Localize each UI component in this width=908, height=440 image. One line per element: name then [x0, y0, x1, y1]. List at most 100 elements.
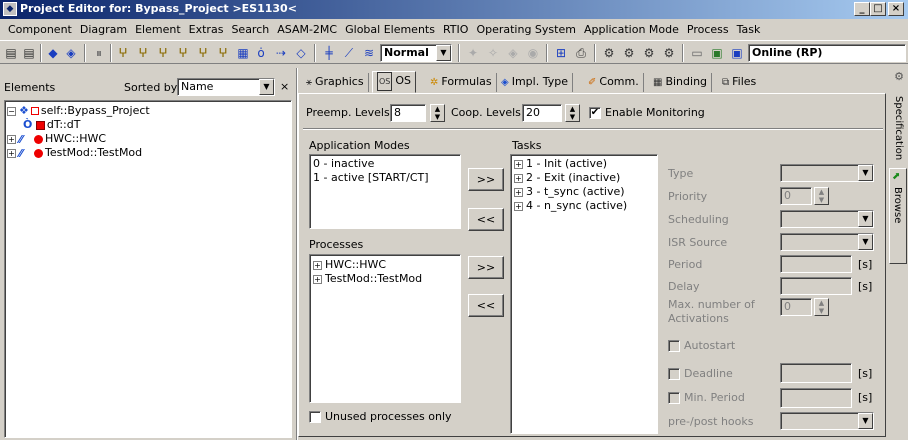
- deadline-input[interactable]: [780, 363, 852, 383]
- period-input[interactable]: [780, 255, 852, 273]
- app-modes-list[interactable]: 0 - inactive 1 - active [START/CT]: [309, 154, 461, 229]
- tasks-list[interactable]: +1 - Init (active) +2 - Exit (inactive) …: [510, 154, 658, 434]
- isr-source-select[interactable]: ▼: [780, 233, 874, 251]
- deadline-checkbox[interactable]: Deadline: [668, 367, 733, 380]
- tree-item-dt[interactable]: Ò dT::dT: [23, 118, 80, 131]
- tree-item-project[interactable]: − ❖ self::Bypass_Project: [7, 104, 150, 117]
- expand-icon[interactable]: +: [7, 134, 16, 144]
- menu-global-elements[interactable]: Global Elements: [341, 23, 439, 36]
- build-1-icon[interactable]: ⚙: [600, 44, 618, 62]
- open-icon[interactable]: ▤: [2, 44, 20, 62]
- tab-binding[interactable]: ▦ Binding: [649, 73, 713, 92]
- min-period-checkbox[interactable]: Min. Period: [668, 391, 745, 404]
- wrench-icon[interactable]: ⚙: [892, 70, 906, 86]
- chart-icon[interactable]: ⟋: [340, 44, 358, 62]
- tab-browse[interactable]: ⬈ Browse: [889, 168, 907, 264]
- browse-icon[interactable]: ▤: [20, 44, 38, 62]
- window-3-icon[interactable]: ▣: [728, 44, 746, 62]
- menu-operating-system[interactable]: Operating System: [472, 23, 580, 36]
- diamond-icon[interactable]: ◆: [44, 44, 62, 62]
- menu-diagram[interactable]: Diagram: [76, 23, 131, 36]
- add-process-button[interactable]: >>: [468, 256, 504, 279]
- tree-item-testmod[interactable]: + ⁄⁄ TestMod::TestMod: [7, 146, 142, 159]
- tab-comm[interactable]: ✐ Comm.: [584, 73, 644, 92]
- unused-only-checkbox[interactable]: Unused processes only: [309, 410, 452, 423]
- remove-mode-button[interactable]: <<: [468, 208, 504, 231]
- expand-icon[interactable]: +: [514, 201, 523, 211]
- window-2-icon[interactable]: ▣: [708, 44, 726, 62]
- menu-search[interactable]: Search: [227, 23, 273, 36]
- tab-impl-type[interactable]: ◈ Impl. Type: [497, 73, 573, 92]
- grid-icon[interactable]: ▦: [234, 44, 252, 62]
- expand-icon[interactable]: +: [313, 260, 322, 270]
- list-item[interactable]: +3 - t_sync (active): [514, 185, 625, 198]
- list-item[interactable]: + HWC::HWC: [313, 258, 386, 271]
- expand-icon[interactable]: +: [313, 274, 322, 284]
- sort-select[interactable]: Name ▼: [177, 78, 275, 96]
- priority-spinner[interactable]: ▲ ▼: [814, 187, 829, 205]
- pause-icon[interactable]: ⏸: [90, 44, 108, 62]
- menu-process[interactable]: Process: [683, 23, 733, 36]
- list-item[interactable]: 0 - inactive: [313, 157, 374, 170]
- list-item[interactable]: +2 - Exit (inactive): [514, 171, 620, 184]
- arrow-right-icon[interactable]: ⇢: [272, 44, 290, 62]
- list-item[interactable]: +4 - n_sync (active): [514, 199, 627, 212]
- expand-icon[interactable]: +: [514, 159, 523, 169]
- remove-process-button[interactable]: <<: [468, 294, 504, 317]
- autostart-checkbox[interactable]: Autostart: [668, 339, 735, 352]
- tool-2-icon[interactable]: ⵖ: [134, 44, 152, 62]
- tool-6-icon[interactable]: ⵖ: [214, 44, 232, 62]
- tool-5-icon[interactable]: ⵖ: [194, 44, 212, 62]
- step-icon[interactable]: ◈: [504, 44, 522, 62]
- collapse-icon[interactable]: −: [7, 106, 16, 116]
- tab-os[interactable]: OS OS: [372, 71, 417, 93]
- preemp-spinner[interactable]: ▲ ▼: [430, 104, 445, 122]
- menu-extras[interactable]: Extras: [185, 23, 228, 36]
- mode-select[interactable]: Normal ▼: [380, 44, 452, 62]
- close-panel-icon[interactable]: ×: [280, 80, 289, 93]
- coop-spinner[interactable]: ▲ ▼: [565, 104, 580, 122]
- menu-component[interactable]: Component: [4, 23, 76, 36]
- min-period-input[interactable]: [780, 388, 852, 408]
- tab-graphics[interactable]: ⚹ Graphics: [302, 73, 369, 92]
- minimize-button[interactable]: _: [854, 2, 870, 16]
- preemp-input[interactable]: 8: [390, 104, 426, 122]
- processes-list[interactable]: + HWC::HWC + TestMod::TestMod: [309, 254, 461, 403]
- expand-icon[interactable]: +: [7, 148, 16, 158]
- maximize-button[interactable]: □: [870, 2, 886, 16]
- reset-icon[interactable]: ◉: [524, 44, 542, 62]
- diamond-outline-icon[interactable]: ◈: [62, 44, 80, 62]
- list-item[interactable]: +1 - Init (active): [514, 157, 607, 170]
- window-1-icon[interactable]: ▭: [688, 44, 706, 62]
- diamond-small-icon[interactable]: ◇: [292, 44, 310, 62]
- build-2-icon[interactable]: ⚙: [620, 44, 638, 62]
- layout-icon[interactable]: ⊞: [552, 44, 570, 62]
- priority-input[interactable]: 0: [780, 187, 812, 205]
- add-mode-button[interactable]: >>: [468, 168, 504, 191]
- tool-3-icon[interactable]: ⵖ: [154, 44, 172, 62]
- close-button[interactable]: ×: [888, 2, 904, 16]
- connect-icon[interactable]: ╪: [320, 44, 338, 62]
- print-icon[interactable]: ⎙: [572, 44, 590, 62]
- max-activations-input[interactable]: 0: [780, 298, 812, 316]
- enable-monitoring-checkbox[interactable]: ✔ Enable Monitoring: [589, 106, 705, 119]
- menu-application-mode[interactable]: Application Mode: [580, 23, 683, 36]
- tool-4-icon[interactable]: ⵖ: [174, 44, 192, 62]
- graph-icon[interactable]: ≋: [360, 44, 378, 62]
- list-item[interactable]: + TestMod::TestMod: [313, 272, 422, 285]
- list-item[interactable]: 1 - active [START/CT]: [313, 171, 429, 184]
- menu-element[interactable]: Element: [131, 23, 185, 36]
- expand-icon[interactable]: +: [514, 173, 523, 183]
- elements-tree[interactable]: − ❖ self::Bypass_Project Ò dT::dT + ⁄⁄ HWC::…: [4, 100, 292, 438]
- build-3-icon[interactable]: ⚙: [640, 44, 658, 62]
- tree-item-hwc[interactable]: + ⁄⁄ HWC::HWC: [7, 132, 106, 145]
- menu-task[interactable]: Task: [733, 23, 765, 36]
- coop-input[interactable]: 20: [522, 104, 562, 122]
- tool-1-icon[interactable]: ⵖ: [114, 44, 132, 62]
- stop-icon[interactable]: ✧: [484, 44, 502, 62]
- menu-asam[interactable]: ASAM-2MC: [273, 23, 341, 36]
- scheduling-select[interactable]: ▼: [780, 210, 874, 228]
- expand-icon[interactable]: +: [514, 187, 523, 197]
- hooks-select[interactable]: ▼: [780, 412, 874, 430]
- max-activations-spinner[interactable]: ▲ ▼: [814, 298, 829, 316]
